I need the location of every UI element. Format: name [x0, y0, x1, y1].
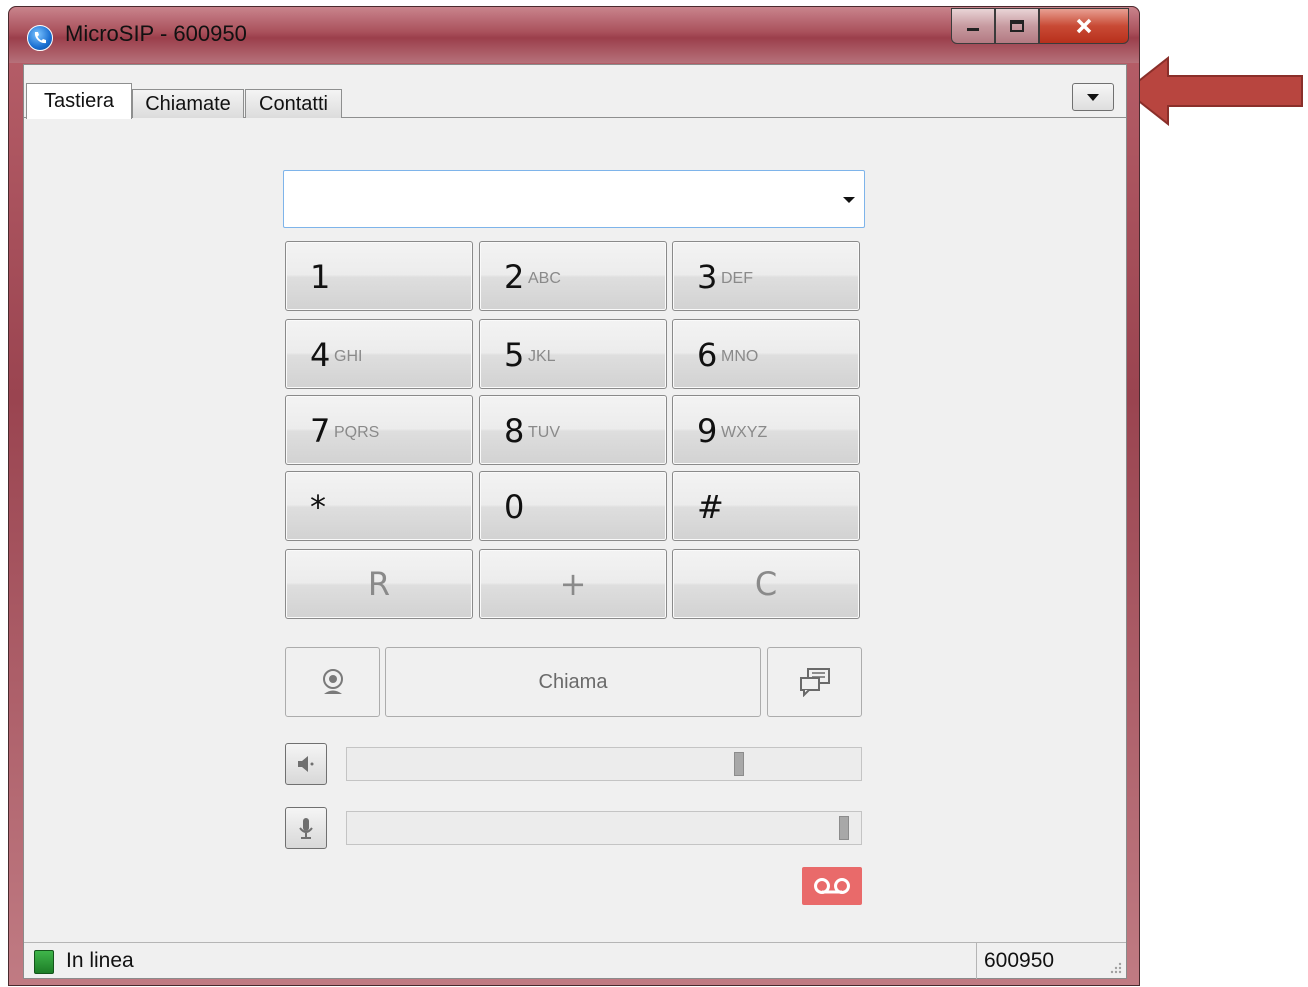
close-icon: [1076, 18, 1092, 34]
key-3[interactable]: 3 DEF: [672, 241, 860, 311]
key-1[interactable]: 1: [285, 241, 473, 311]
status-extension: 600950: [984, 949, 1055, 972]
annotation-arrow: [1124, 56, 1303, 126]
speaker-volume-slider[interactable]: [346, 747, 862, 781]
speaker-mute-button[interactable]: [285, 743, 327, 785]
key-letters: GHI: [334, 348, 363, 365]
main-panel: Tastiera Chiamate Contatti 1 2 ABC 3 DEF…: [23, 64, 1127, 979]
clear-label: C: [754, 565, 778, 603]
maximize-icon: [1010, 20, 1024, 32]
call-button[interactable]: Chiama: [385, 647, 761, 717]
key-letters: ABC: [528, 270, 561, 287]
key-letters: MNO: [721, 348, 759, 365]
key-9[interactable]: 9 WXYZ: [672, 395, 860, 465]
window-title: MicroSIP - 600950: [65, 21, 247, 46]
key-digit: 1: [310, 258, 331, 296]
key-letters: PQRS: [334, 424, 380, 441]
minimize-icon: [967, 28, 979, 31]
key-4[interactable]: 4 GHI: [285, 319, 473, 389]
redial-label: R: [367, 565, 391, 603]
key-5[interactable]: 5 JKL: [479, 319, 667, 389]
slider-thumb[interactable]: [839, 816, 849, 840]
window-controls: [951, 8, 1129, 46]
key-digit: 3: [697, 258, 718, 296]
close-button[interactable]: [1039, 8, 1129, 44]
key-letters: JKL: [528, 348, 556, 365]
minimize-button[interactable]: [951, 8, 995, 44]
key-digit: 7: [310, 412, 331, 450]
tab-chiamate[interactable]: Chiamate: [132, 89, 244, 118]
chevron-down-icon[interactable]: [842, 195, 856, 205]
resize-grip-icon[interactable]: [1108, 960, 1122, 974]
key-digit: #: [697, 488, 724, 526]
title-bar[interactable]: MicroSIP - 600950: [9, 7, 1139, 63]
tab-bar: Tastiera Chiamate Contatti: [24, 65, 1126, 127]
clear-button[interactable]: C: [672, 549, 860, 619]
key-digit: 9: [697, 412, 718, 450]
key-7[interactable]: 7 PQRS: [285, 395, 473, 465]
microsip-phone-icon: [27, 25, 53, 51]
status-separator: [976, 943, 977, 979]
tab-contatti[interactable]: Contatti: [245, 89, 342, 118]
redial-button[interactable]: R: [285, 549, 473, 619]
key-letters: DEF: [721, 270, 753, 287]
menu-dropdown-icon: [1087, 94, 1099, 101]
menu-dropdown-button[interactable]: [1072, 83, 1114, 111]
status-bar: In linea 600950: [24, 942, 1126, 979]
key-letters: WXYZ: [721, 424, 768, 441]
voicemail-icon: [814, 878, 850, 894]
voicemail-button[interactable]: [802, 867, 862, 905]
key-digit: 8: [504, 412, 525, 450]
key-digit: 5: [504, 336, 525, 374]
tab-tastiera[interactable]: Tastiera: [26, 83, 132, 119]
speaker-icon: [298, 756, 314, 772]
maximize-button[interactable]: [995, 8, 1039, 44]
key-digit: 2: [504, 258, 525, 296]
plus-button[interactable]: +: [479, 549, 667, 619]
key-2[interactable]: 2 ABC: [479, 241, 667, 311]
microphone-volume-slider[interactable]: [346, 811, 862, 845]
microphone-mute-button[interactable]: [285, 807, 327, 849]
key-0[interactable]: 0: [479, 471, 667, 541]
key-star[interactable]: *: [285, 471, 473, 541]
key-digit: 4: [310, 336, 331, 374]
key-hash[interactable]: #: [672, 471, 860, 541]
message-button[interactable]: [767, 647, 862, 717]
app-window: MicroSIP - 600950 Tastiera Chiamate Cont…: [8, 6, 1140, 986]
key-digit: *: [310, 488, 326, 526]
plus-label: +: [559, 565, 587, 603]
online-status-icon: [34, 950, 54, 974]
status-text: In linea: [66, 949, 134, 972]
webcam-icon: [322, 669, 343, 694]
video-call-button[interactable]: [285, 647, 380, 717]
slider-thumb[interactable]: [734, 752, 744, 776]
key-6[interactable]: 6 MNO: [672, 319, 860, 389]
dial-number-input[interactable]: [290, 173, 824, 227]
key-digit: 0: [504, 488, 525, 526]
key-8[interactable]: 8 TUV: [479, 395, 667, 465]
key-digit: 6: [697, 336, 718, 374]
dial-number-combobox[interactable]: [283, 170, 865, 228]
chat-bubbles-icon: [799, 668, 830, 697]
key-letters: TUV: [528, 424, 560, 441]
microphone-icon: [299, 818, 313, 839]
